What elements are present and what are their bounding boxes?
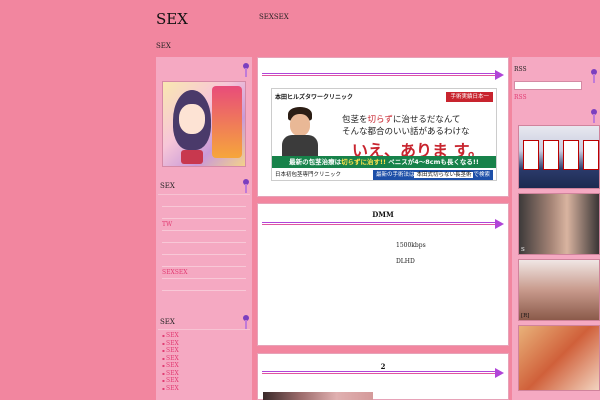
video-thumbnail[interactable] bbox=[518, 125, 600, 189]
site-title[interactable]: SEX bbox=[156, 10, 188, 28]
pin-icon bbox=[590, 69, 598, 83]
pin-icon bbox=[590, 109, 598, 123]
rss-input[interactable] bbox=[514, 81, 582, 90]
video-thumbnail[interactable]: S bbox=[518, 193, 600, 255]
arrow-icon bbox=[495, 368, 504, 378]
sidebar-item[interactable]: SEXSEX bbox=[162, 267, 246, 279]
post-thumbnail[interactable] bbox=[263, 392, 373, 400]
arrow-divider bbox=[262, 219, 504, 229]
sidebar-item[interactable]: SEX bbox=[162, 355, 179, 363]
bitrate-text: 1500kbps bbox=[396, 242, 426, 249]
rss-link[interactable]: RSS bbox=[514, 94, 527, 101]
sidebar-item[interactable] bbox=[162, 255, 246, 267]
video-thumbnail[interactable]: [R] bbox=[518, 259, 600, 321]
site-description: SEXSEX bbox=[259, 13, 289, 21]
ad-green-strip: 最新の包茎治療は切らずに治す!! ペニスが4〜8cmも長くなる!! bbox=[272, 156, 496, 168]
banner-stripe bbox=[212, 86, 242, 158]
sidebar-item[interactable]: SEX bbox=[162, 332, 179, 340]
ad-search-strip: 日本初包茎専門クリニック 最新の手術法は 本田式切らない長茎術 で検索 bbox=[272, 168, 496, 180]
breadcrumb[interactable]: SEX bbox=[156, 42, 171, 50]
ad-panel: 本田ヒルズタワークリニック 手術実績日本一 包茎を切らずに治せるだなんて そんな… bbox=[257, 57, 509, 197]
ad-clinic-name: 本田ヒルズタワークリニック bbox=[275, 94, 354, 101]
format-text: DLHD bbox=[396, 258, 415, 265]
pin-icon bbox=[242, 63, 250, 77]
banner-badge bbox=[181, 150, 203, 164]
post-panel: 2 bbox=[257, 353, 509, 400]
dmm-panel: DMM 1500kbps DLHD bbox=[257, 203, 509, 346]
sidebar-item[interactable] bbox=[162, 231, 246, 243]
video-thumbnail[interactable] bbox=[518, 325, 600, 391]
rss-heading: RSS bbox=[514, 66, 527, 73]
panel-title: DMM bbox=[372, 210, 394, 219]
sidebar-heading: SEX bbox=[160, 182, 175, 190]
sidebar-item[interactable]: SEX bbox=[162, 370, 179, 378]
pin-icon bbox=[242, 179, 250, 193]
sidebar-item[interactable] bbox=[162, 195, 246, 207]
right-sidebar: RSS RSS S [R] bbox=[512, 57, 600, 400]
thumb-caption: S bbox=[521, 247, 525, 253]
sidebar-list: SEX SEX SEX SEX SEX SEX SEX SEX bbox=[162, 332, 179, 392]
banner-character-face bbox=[179, 104, 205, 134]
sidebar-item[interactable] bbox=[162, 279, 246, 291]
arrow-icon bbox=[495, 70, 504, 80]
sidebar-item[interactable] bbox=[162, 207, 246, 219]
left-sidebar: SEX TW SEXSEX SEX SEX SEX SEX SEX SEX SE… bbox=[156, 57, 252, 400]
arrow-divider bbox=[262, 70, 504, 80]
sidebar-list: TW SEXSEX bbox=[162, 195, 246, 291]
sidebar-item[interactable] bbox=[162, 243, 246, 255]
clinic-banner-ad[interactable]: 本田ヒルズタワークリニック 手術実績日本一 包茎を切らずに治せるだなんて そんな… bbox=[271, 88, 497, 181]
arrow-divider bbox=[262, 368, 504, 378]
sidebar-item[interactable]: TW bbox=[162, 219, 246, 231]
sidebar-item[interactable]: SEX bbox=[162, 347, 179, 355]
ad-headline-2: そんな都合のいい話があるわけな bbox=[342, 127, 470, 137]
sidebar-item[interactable]: SEX bbox=[162, 362, 179, 370]
ad-headline-1: 包茎を切らずに治せるだなんて bbox=[342, 115, 461, 125]
sidebar-item[interactable]: SEX bbox=[162, 377, 179, 385]
sidebar-heading: SEX bbox=[160, 318, 175, 326]
sidebar-item[interactable]: SEX bbox=[162, 340, 179, 348]
anime-banner-ad[interactable] bbox=[162, 81, 246, 167]
arrow-icon bbox=[495, 219, 504, 229]
thumb-caption: [R] bbox=[521, 313, 530, 319]
sidebar-item[interactable]: SEX bbox=[162, 385, 179, 393]
pin-icon bbox=[242, 315, 250, 329]
divider bbox=[158, 329, 250, 330]
ad-badge: 手術実績日本一 bbox=[446, 92, 493, 102]
